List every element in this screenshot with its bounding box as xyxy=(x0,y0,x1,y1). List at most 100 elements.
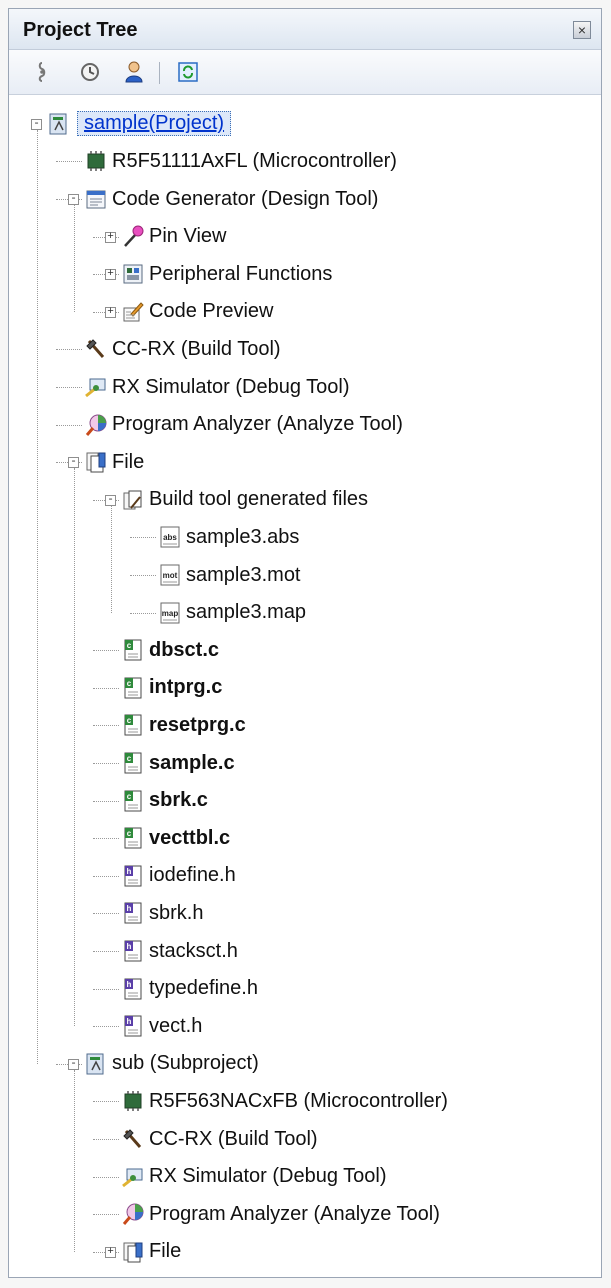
svg-text:h: h xyxy=(127,942,132,951)
tree-node-label: Peripheral Functions xyxy=(149,262,333,285)
tree-connector xyxy=(56,349,82,350)
property-icon[interactable] xyxy=(29,59,55,85)
svg-text:c: c xyxy=(127,679,132,688)
subproject-icon xyxy=(84,1052,108,1076)
svg-text:c: c xyxy=(127,641,132,650)
tree-node[interactable]: RX Simulator (Debug Tool) xyxy=(84,369,350,405)
tree-node[interactable]: map sample3.map xyxy=(158,595,306,631)
close-icon[interactable]: × xyxy=(573,21,591,39)
user-icon[interactable] xyxy=(121,59,147,85)
tree-connector xyxy=(93,801,119,802)
tree-node-label: intprg.c xyxy=(149,676,223,699)
collapse-toggle[interactable]: - xyxy=(105,495,116,506)
analyzer-icon xyxy=(121,1202,145,1226)
tree-node[interactable]: mot sample3.mot xyxy=(158,557,301,593)
tree-node-label: sample3.mot xyxy=(186,563,301,586)
collapse-toggle[interactable]: - xyxy=(68,1059,79,1070)
svg-text:c: c xyxy=(127,792,132,801)
expand-toggle[interactable]: + xyxy=(105,1247,116,1258)
file-folder-icon xyxy=(84,450,108,474)
c-file-icon: c xyxy=(121,713,145,737)
tree-node[interactable]: File xyxy=(84,444,144,480)
tree-node[interactable]: CC-RX (Build Tool) xyxy=(84,331,281,367)
tree-node[interactable]: c sbrk.c xyxy=(121,783,208,819)
svg-text:h: h xyxy=(127,904,132,913)
tree-node[interactable]: Program Analyzer (Analyze Tool) xyxy=(84,407,403,443)
tree-node[interactable]: Program Analyzer (Analyze Tool) xyxy=(121,1196,440,1232)
tree-node-label: File xyxy=(149,1240,182,1263)
tree-node[interactable]: h iodefine.h xyxy=(121,858,236,894)
collapse-toggle[interactable]: - xyxy=(31,119,42,130)
tree-node[interactable]: Peripheral Functions xyxy=(121,256,332,292)
tree-node-label: File xyxy=(112,450,145,473)
tree-node[interactable]: c vecttbl.c xyxy=(121,820,230,856)
tree-connector xyxy=(93,688,119,689)
expand-toggle[interactable]: + xyxy=(105,307,116,318)
tree-node[interactable]: c sample.c xyxy=(121,745,235,781)
tree-node-label: R5F51111AxFL (Microcontroller) xyxy=(112,149,397,172)
tree-node[interactable]: sub (Subproject) xyxy=(84,1046,259,1082)
expand-toggle[interactable]: + xyxy=(105,269,116,280)
tree-connector xyxy=(93,650,119,651)
tree-node[interactable]: c resetprg.c xyxy=(121,707,246,743)
debug-tool-icon xyxy=(84,375,108,399)
tree-node[interactable]: Build tool generated files xyxy=(121,482,368,518)
tree-connector xyxy=(93,913,119,914)
h-file-icon: h xyxy=(121,939,145,963)
tree-connector xyxy=(93,763,119,764)
mot-file-icon: mot xyxy=(158,563,182,587)
tree-node-label: iodefine.h xyxy=(149,864,236,887)
tree-node[interactable]: Pin View xyxy=(121,219,226,255)
tree-node[interactable]: h vect.h xyxy=(121,1008,202,1044)
tree-connector xyxy=(111,506,112,613)
tree-node-label: stacksct.h xyxy=(149,939,238,962)
tree-connector xyxy=(93,1101,119,1102)
tree-connector xyxy=(93,1177,119,1178)
analyzer-icon xyxy=(84,413,108,437)
tree-node-label: dbsct.c xyxy=(149,638,220,661)
panel-title: Project Tree xyxy=(23,19,138,41)
collapse-toggle[interactable]: - xyxy=(68,457,79,468)
tree-connector xyxy=(130,537,156,538)
tree-connector xyxy=(74,205,75,312)
tree-connector xyxy=(56,387,82,388)
refresh-icon[interactable] xyxy=(175,59,201,85)
collapse-toggle[interactable]: - xyxy=(68,194,79,205)
tree-node[interactable]: CC-RX (Build Tool) xyxy=(121,1121,318,1157)
tree-node[interactable]: R5F563NACxFB (Microcontroller) xyxy=(121,1083,448,1119)
panel-toolbar xyxy=(9,50,601,95)
tree-node-label: RX Simulator (Debug Tool) xyxy=(149,1165,387,1188)
h-file-icon: h xyxy=(121,864,145,888)
generated-files-icon xyxy=(121,488,145,512)
tree-connector xyxy=(56,161,82,162)
svg-text:h: h xyxy=(127,1017,132,1026)
tree-node[interactable]: Code Generator (Design Tool) xyxy=(84,181,378,217)
tree-node-label: Pin View xyxy=(149,225,227,248)
build-tool-icon xyxy=(84,337,108,361)
tree-connector xyxy=(93,725,119,726)
toolbar-separator xyxy=(159,62,160,84)
tree-node-label: R5F563NACxFB (Microcontroller) xyxy=(149,1089,448,1112)
svg-text:c: c xyxy=(127,716,132,725)
tree-node[interactable]: RX Simulator (Debug Tool) xyxy=(121,1159,387,1195)
tree-connector xyxy=(56,425,82,426)
tree-node[interactable]: h sbrk.h xyxy=(121,895,203,931)
tree-connector xyxy=(74,1070,75,1252)
tree-node[interactable]: h stacksct.h xyxy=(121,933,238,969)
tree-node[interactable]: R5F51111AxFL (Microcontroller) xyxy=(84,143,397,179)
tree-node[interactable]: c dbsct.c xyxy=(121,632,219,668)
map-file-icon: map xyxy=(158,601,182,625)
expand-toggle[interactable]: + xyxy=(105,232,116,243)
c-file-icon: c xyxy=(121,789,145,813)
tree-connector xyxy=(93,838,119,839)
tree-node-label: Code Generator (Design Tool) xyxy=(112,187,379,210)
build-tool-icon xyxy=(121,1127,145,1151)
tree-node[interactable]: abs sample3.abs xyxy=(158,519,299,555)
tree-node[interactable]: File xyxy=(121,1234,181,1270)
tree-node[interactable]: c intprg.c xyxy=(121,670,222,706)
history-icon[interactable] xyxy=(77,59,103,85)
code-generator-icon xyxy=(84,187,108,211)
tree-node[interactable]: Code Preview xyxy=(121,294,274,330)
tree-node[interactable]: sample(Project) xyxy=(47,106,232,142)
tree-node[interactable]: h typedefine.h xyxy=(121,971,258,1007)
